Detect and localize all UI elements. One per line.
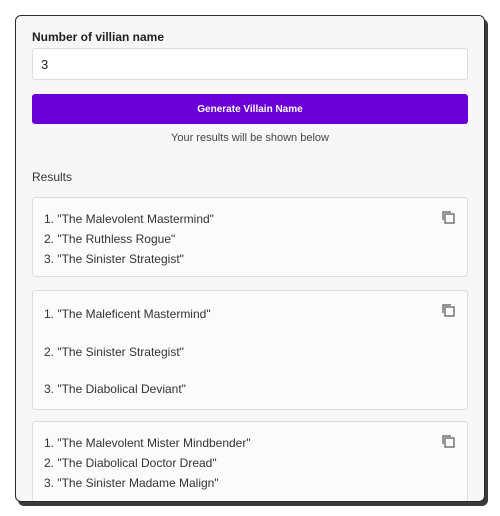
results-hint: Your results will be shown below (171, 132, 329, 144)
result-card: 1. "The Malevolent Mister Mindbender" 2.… (32, 421, 468, 501)
copy-icon[interactable] (441, 303, 455, 317)
copy-icon[interactable] (441, 434, 455, 448)
result-item: 3. "The Sinister Strategist" (44, 252, 184, 266)
generate-villain-name-button[interactable]: Generate Villain Name (32, 94, 468, 124)
result-item: 2. "The Sinister Strategist" (44, 345, 184, 359)
result-item: 2. "The Ruthless Rogue" (44, 232, 176, 246)
result-item: 3. "The Sinister Madame Malign" (44, 476, 219, 490)
generator-panel: Number of villian name Generate Villain … (15, 15, 485, 502)
result-item: 3. "The Diabolical Deviant" (44, 382, 186, 396)
result-item: 1. "The Malevolent Mister Mindbender" (44, 436, 251, 450)
result-card: 1. "The Malevolent Mastermind" 2. "The R… (32, 197, 468, 277)
result-item: 1. "The Malevolent Mastermind" (44, 212, 214, 226)
villain-count-input[interactable] (32, 48, 468, 80)
villain-count-label: Number of villian name (32, 30, 165, 44)
result-item: 2. "The Diabolical Doctor Dread" (44, 456, 217, 470)
result-card: 1. "The Maleficent Mastermind" 2. "The S… (32, 290, 468, 410)
copy-icon[interactable] (441, 210, 455, 224)
results-heading: Results (32, 170, 73, 184)
result-item: 1. "The Maleficent Mastermind" (44, 307, 211, 321)
